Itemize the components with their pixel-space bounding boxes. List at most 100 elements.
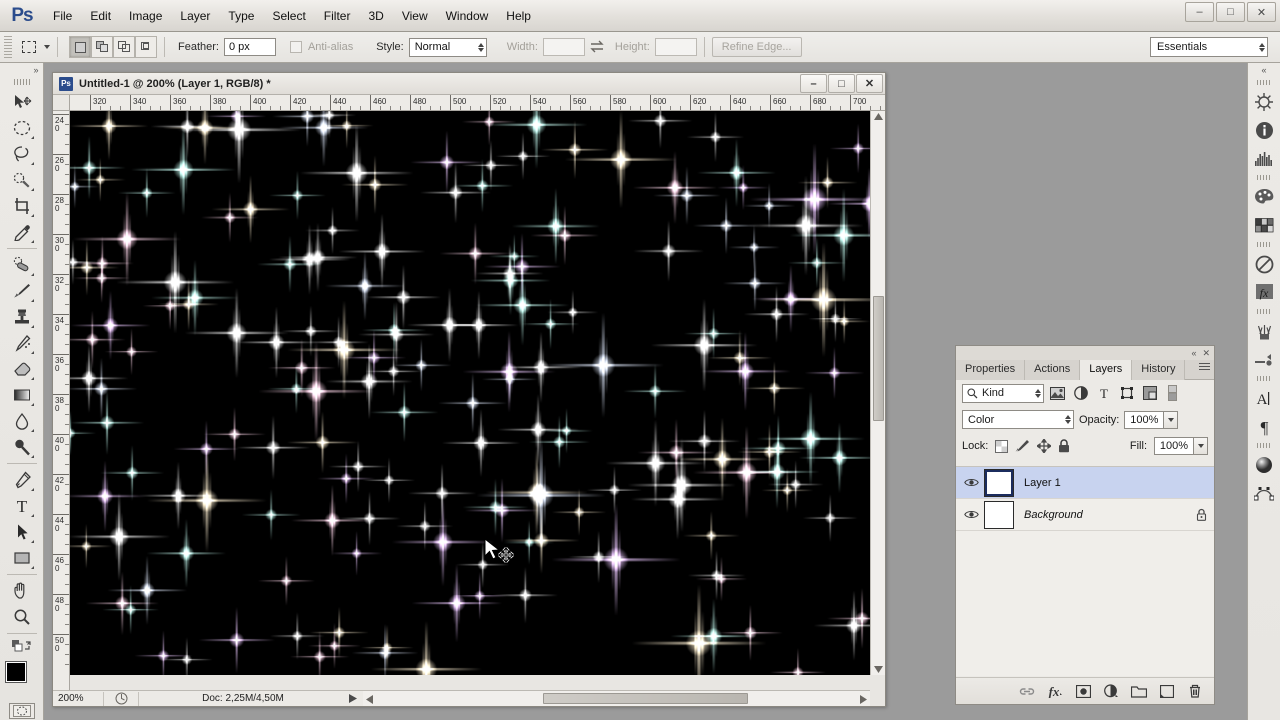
lock-position-icon[interactable]	[1037, 439, 1052, 453]
canvas-viewport[interactable]	[70, 111, 870, 675]
document-minimize-button[interactable]: –	[800, 74, 827, 93]
panel-collapse-icon[interactable]: «	[1191, 348, 1196, 358]
character-icon[interactable]: A	[1250, 384, 1278, 412]
info-icon[interactable]	[1250, 116, 1278, 144]
rail-expand-button[interactable]: «	[1248, 63, 1280, 77]
horizontal-ruler[interactable]: 320 340 360 380 400 420 440 460 480 500 520 540 560 5…	[70, 95, 885, 111]
paragraph-icon[interactable]: ¶	[1250, 412, 1278, 440]
style-select[interactable]: Normal	[408, 37, 487, 57]
mini-bridge-icon[interactable]	[1250, 88, 1278, 116]
menu-3d[interactable]: 3D	[359, 5, 392, 27]
layer-visibility-toggle-icon[interactable]	[958, 499, 984, 531]
swatches-icon[interactable]	[1250, 211, 1278, 239]
app-close-button[interactable]: ✕	[1247, 2, 1276, 22]
rail-grip-1[interactable]	[1257, 80, 1271, 85]
opacity-input[interactable]: 100%	[1124, 410, 1165, 429]
layer-visibility-toggle-icon[interactable]	[958, 467, 984, 499]
horizontal-scroll-thumb[interactable]	[543, 693, 748, 704]
swap-width-height-icon[interactable]	[589, 40, 605, 54]
history-brush-tool[interactable]	[8, 330, 36, 356]
shape-layer-filter-icon[interactable]	[1117, 384, 1136, 403]
new-selection-button[interactable]	[69, 36, 91, 58]
pixel-layer-filter-icon[interactable]	[1048, 384, 1067, 403]
tab-actions[interactable]: Actions	[1025, 360, 1081, 380]
document-close-button[interactable]: ✕	[856, 74, 883, 93]
rail-grip-2[interactable]	[1257, 175, 1271, 180]
new-adjustment-layer-icon[interactable]	[1102, 682, 1120, 700]
new-layer-icon[interactable]	[1158, 682, 1176, 700]
refine-edge-button[interactable]: Refine Edge...	[711, 37, 802, 57]
app-maximize-button[interactable]: □	[1216, 2, 1245, 22]
tools-grip[interactable]	[13, 79, 30, 85]
dodge-tool[interactable]	[8, 434, 36, 460]
opacity-chevron-down-icon[interactable]	[1164, 410, 1179, 429]
menu-image[interactable]: Image	[120, 5, 171, 27]
spot-healing-brush-tool[interactable]	[8, 252, 36, 278]
3d-icon[interactable]	[1250, 451, 1278, 479]
document-title-bar[interactable]: Ps Untitled-1 @ 200% (Layer 1, RGB/8) * …	[53, 73, 885, 95]
adjustment-layer-filter-icon[interactable]	[1071, 384, 1090, 403]
menu-view[interactable]: View	[393, 5, 437, 27]
vertical-scroll-thumb[interactable]	[873, 296, 884, 421]
app-minimize-button[interactable]: –	[1185, 2, 1214, 22]
crop-tool[interactable]	[8, 193, 36, 219]
subtract-from-selection-button[interactable]	[113, 36, 135, 58]
feather-input[interactable]: 0 px	[223, 38, 276, 56]
vertical-ruler[interactable]: 240 260 280 300 320 340 360 380 400 420 440 460 480 5…	[53, 111, 70, 706]
tab-layers[interactable]: Layers	[1080, 360, 1133, 380]
lock-transparent-pixels-icon[interactable]	[995, 439, 1009, 453]
layer-thumbnail[interactable]	[984, 500, 1014, 529]
menu-select[interactable]: Select	[263, 5, 314, 27]
ruler-origin-corner[interactable]	[53, 95, 70, 111]
styles-fx-icon[interactable]: fx	[1250, 278, 1278, 306]
anti-alias-checkbox[interactable]	[289, 41, 302, 53]
menu-help[interactable]: Help	[497, 5, 540, 27]
blend-mode-select[interactable]: Color	[962, 410, 1074, 429]
hand-tool[interactable]	[8, 578, 36, 604]
image-canvas[interactable]	[70, 111, 870, 675]
tab-properties[interactable]: Properties	[956, 360, 1026, 380]
rail-grip-6[interactable]	[1257, 443, 1271, 448]
add-to-selection-button[interactable]	[91, 36, 113, 58]
clone-stamp-tool[interactable]	[8, 304, 36, 330]
zoom-tool[interactable]	[8, 604, 36, 630]
smart-object-filter-icon[interactable]	[1140, 384, 1159, 403]
horizontal-type-tool[interactable]: T	[8, 493, 36, 519]
default-colors-icon[interactable]	[8, 637, 36, 655]
zoom-level-field[interactable]: 200%	[53, 693, 99, 704]
adjustments-icon[interactable]	[1250, 250, 1278, 278]
blur-tool[interactable]	[8, 408, 36, 434]
rail-grip-3[interactable]	[1257, 242, 1271, 247]
canvas-horizontal-scrollbar[interactable]	[363, 690, 870, 706]
options-bar-grip[interactable]	[4, 36, 12, 58]
layer-filter-kind-select[interactable]: Kind	[962, 383, 1044, 403]
canvas-vertical-scrollbar[interactable]	[870, 111, 885, 675]
quick-selection-tool[interactable]	[8, 167, 36, 193]
rail-grip-5[interactable]	[1257, 376, 1271, 381]
elliptical-marquee-tool[interactable]	[8, 115, 36, 141]
fill-input[interactable]: 100%	[1154, 437, 1194, 455]
eraser-tool[interactable]	[8, 356, 36, 382]
foreground-color-swatch[interactable]	[4, 661, 27, 683]
move-tool[interactable]	[8, 89, 36, 115]
quick-mask-toggle-icon[interactable]	[8, 703, 35, 719]
menu-file[interactable]: File	[44, 5, 81, 27]
tab-history[interactable]: History	[1132, 360, 1186, 380]
fill-chevron-down-icon[interactable]	[1194, 437, 1208, 455]
layer-name[interactable]: Background	[1014, 509, 1188, 521]
color-icon[interactable]	[1250, 183, 1278, 211]
layer-thumbnail[interactable]	[984, 468, 1014, 497]
lasso-tool[interactable]	[8, 141, 36, 167]
document-maximize-button[interactable]: □	[828, 74, 855, 93]
menu-edit[interactable]: Edit	[81, 5, 120, 27]
panel-menu-icon[interactable]	[1199, 363, 1210, 370]
brush-icon[interactable]	[1250, 317, 1278, 345]
menu-filter[interactable]: Filter	[315, 5, 360, 27]
lock-all-icon[interactable]	[1058, 439, 1070, 453]
width-input[interactable]	[542, 38, 585, 56]
tools-collapse-button[interactable]: »	[0, 63, 44, 77]
menu-layer[interactable]: Layer	[171, 5, 219, 27]
type-layer-filter-icon[interactable]: T	[1094, 384, 1113, 403]
rail-grip-4[interactable]	[1257, 309, 1271, 314]
path-selection-tool[interactable]	[8, 519, 36, 545]
